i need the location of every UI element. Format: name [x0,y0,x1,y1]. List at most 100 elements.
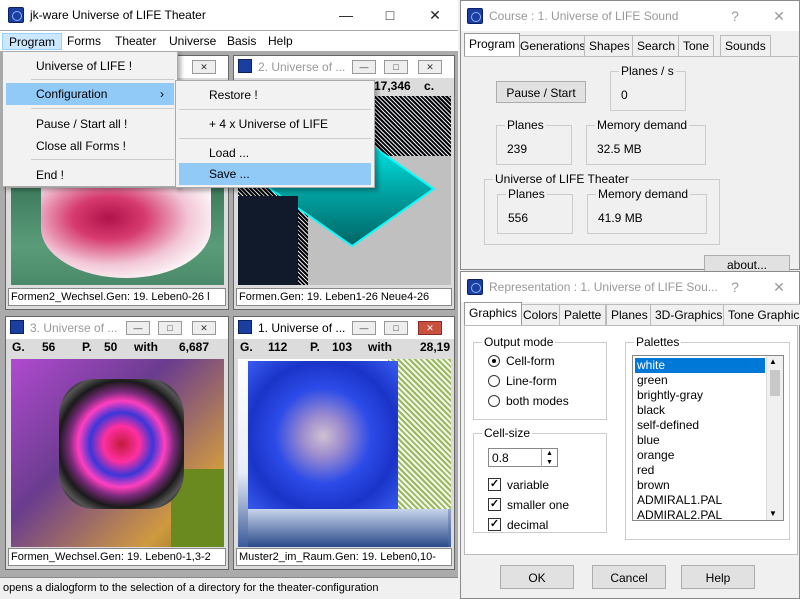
life-canvas[interactable] [11,359,224,547]
tab-colors[interactable]: Colors [518,304,563,325]
child-minimize-button[interactable]: — [352,321,376,335]
course-titlebar: Course : 1. Universe of LIFE Sound ? ✕ [461,1,799,31]
palette-item[interactable]: orange [635,448,765,463]
palette-item[interactable]: red [635,463,765,478]
scroll-up-icon[interactable]: ▲ [769,357,777,366]
palette-item[interactable]: ADMIRAL1.PAL [635,493,765,508]
tab-planes[interactable]: Planes [606,304,653,325]
scroll-thumb[interactable] [770,370,780,396]
menu-configuration[interactable]: Configuration › [6,83,174,105]
menu-close-all-forms[interactable]: Close all Forms ! [6,135,174,157]
child-close-button[interactable]: ✕ [418,60,442,74]
menu-program[interactable]: Program [2,33,63,50]
menu-pause-start-all[interactable]: Pause / Start all ! [6,113,174,135]
line-form-label: Line-form [506,374,557,388]
maximize-icon[interactable]: □ [380,6,400,24]
help-button[interactable]: Help [681,565,755,589]
child-app-icon [10,320,24,334]
menu-end[interactable]: End ! [6,164,174,186]
tab-tone[interactable]: Tone [678,35,715,56]
child-close-button[interactable]: ✕ [192,321,216,335]
radio-line-form[interactable] [488,375,500,387]
help-icon[interactable]: ? [725,278,745,296]
child-maximize-button[interactable]: □ [384,321,408,335]
tab-program[interactable]: Program [464,33,521,56]
child-minimize-button[interactable]: — [352,60,376,74]
menu-universe[interactable]: Universe [163,33,222,50]
configuration-submenu: Restore ! + 4 x Universe of LIFE Load ..… [175,80,375,188]
palette-item[interactable]: brown [635,478,765,493]
minimize-icon[interactable]: — [336,6,356,24]
tab-search[interactable]: Search [632,35,681,56]
theater-memory-group: Memory demand 41.9 MB [587,187,707,234]
palette-item[interactable]: self-defined [635,418,765,433]
close-icon[interactable]: ✕ [425,6,445,24]
menu-universe-of-life[interactable]: Universe of LIFE ! [6,55,174,77]
checkbox-decimal[interactable]: ✓ [488,518,501,531]
submenu-arrow-icon: › [160,87,164,101]
tab-3d-graphics[interactable]: 3D-Graphics [650,304,728,325]
cell-ring [59,379,184,509]
palettes-group: Palettes white green brightly-gray black… [625,335,790,540]
palettes-list[interactable]: white green brightly-gray black self-def… [632,355,784,521]
life-canvas[interactable] [238,359,451,547]
palette-item[interactable]: brightly-gray [635,388,765,403]
help-icon[interactable]: ? [725,7,745,25]
tab-palette[interactable]: Palette [559,304,607,325]
checkbox-smaller-one[interactable]: ✓ [488,498,501,511]
population-count: 17,346 [374,79,411,93]
close-icon[interactable]: ✕ [769,7,789,25]
menu-save[interactable]: Save ... [179,163,371,185]
palette-item[interactable]: white [635,358,765,373]
child-titlebar: 3. Universe of ... — □ ✕ [6,317,228,339]
both-modes-label: both modes [506,394,569,408]
radio-cell-form[interactable] [488,355,500,367]
spin-down-icon[interactable]: ▼ [541,458,557,467]
pause-start-button[interactable]: Pause / Start [496,81,586,103]
theater-planes-group: Planes 556 [497,187,573,234]
cell-size-input[interactable]: 0.8 ▲ ▼ [488,448,558,467]
child-title: 2. Universe of ... [258,60,346,74]
cancel-button[interactable]: Cancel [592,565,666,589]
radio-both-modes[interactable] [488,395,500,407]
planes-value: 103 [332,340,353,354]
palette-item[interactable]: ADMIRAL2.PAL [635,508,765,520]
menu-separator [179,109,371,110]
scroll-down-icon[interactable]: ▼ [769,509,777,518]
theater-planes-value: 556 [508,211,529,225]
generation-info: G. 56 P. 50 with 6,687 [12,340,210,354]
main-title: jk-ware Universe of LIFE Theater [30,8,206,22]
child-close-button[interactable]: ✕ [418,321,442,335]
menu-restore[interactable]: Restore ! [179,84,371,106]
close-icon[interactable]: ✕ [769,278,789,296]
representation-titlebar: Representation : 1. Universe of LIFE Sou… [461,272,799,302]
child-window-3[interactable]: 3. Universe of ... — □ ✕ G. 56 P. 50 wit… [5,316,229,570]
child-window-1[interactable]: 1. Universe of ... — □ ✕ G. 112 P. 103 w… [233,316,455,570]
tab-shapes[interactable]: Shapes [584,35,635,56]
menu-basis[interactable]: Basis [221,33,262,50]
life-canvas[interactable] [11,188,224,285]
palette-item[interactable]: green [635,373,765,388]
palette-item[interactable]: black [635,403,765,418]
palettes-scrollbar[interactable]: ▲ ▼ [766,356,783,520]
tab-tone-graphics[interactable]: Tone Graphics [723,304,800,325]
tab-generations[interactable]: Generations [515,35,591,56]
palette-item[interactable]: blue [635,433,765,448]
child-minimize-button[interactable]: — [126,321,150,335]
menu-theater[interactable]: Theater [109,33,162,50]
child-close-button[interactable]: ✕ [192,60,216,74]
ok-button[interactable]: OK [500,565,574,589]
child-maximize-button[interactable]: □ [384,60,408,74]
child-maximize-button[interactable]: □ [158,321,182,335]
tab-graphics[interactable]: Graphics [464,302,523,325]
generation-value: 56 [42,340,56,354]
menu-load[interactable]: Load ... [179,142,371,164]
tab-sounds[interactable]: Sounds [720,35,771,56]
checkbox-variable[interactable]: ✓ [488,478,501,491]
spin-up-icon[interactable]: ▲ [541,449,557,458]
menu-help[interactable]: Help [262,33,299,50]
menu-forms[interactable]: Forms [61,33,107,50]
course-title: Course : 1. Universe of LIFE Sound [489,9,679,23]
menu-add-4-universes[interactable]: + 4 x Universe of LIFE [179,113,371,135]
app-icon [467,279,483,295]
